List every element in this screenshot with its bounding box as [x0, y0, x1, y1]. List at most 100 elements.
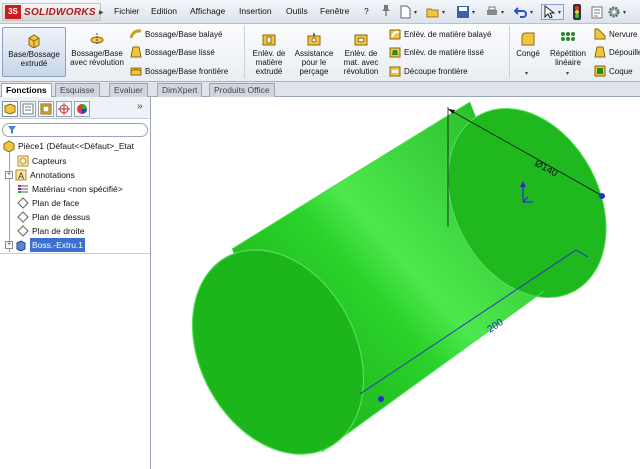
extrude-boss-button[interactable]: Base/Bossage extrudé — [2, 27, 66, 77]
tree-filter-input[interactable] — [2, 123, 148, 137]
tree-item-label: Annotations — [30, 170, 75, 180]
save-button[interactable]: ▾ — [456, 4, 477, 20]
lofted-cut-button[interactable]: Enlèv. de matière lissé — [389, 46, 484, 58]
menu-fichier[interactable]: Fichier — [114, 6, 140, 16]
draft-button[interactable]: Dépouille — [594, 46, 640, 58]
double-chevron-right-icon[interactable]: » — [137, 101, 143, 112]
chevron-down-icon[interactable]: ▾ — [414, 9, 417, 16]
model-canvas[interactable]: Ø140 200 — [152, 97, 640, 469]
feature-manager-panel: » Pièce1 (Défaut<<Défaut>_Etat Capteurs … — [0, 97, 151, 469]
dimension-handle[interactable] — [599, 193, 605, 199]
dimension-handle[interactable] — [378, 396, 384, 402]
rib-icon — [594, 28, 606, 40]
tree-item-plan-droite[interactable]: Plan de droite — [17, 224, 84, 238]
swept-boss-button[interactable]: Bossage/Base balayé — [130, 28, 222, 40]
separator — [509, 26, 510, 78]
menu-affichage[interactable]: Affichage — [190, 6, 225, 16]
boundary-boss-button[interactable]: Bossage/Base frontière — [130, 65, 228, 77]
file-properties-button[interactable] — [590, 4, 604, 20]
tree-item-capteurs[interactable]: Capteurs — [17, 154, 67, 168]
chevron-down-icon[interactable]: ▾ — [558, 9, 561, 16]
chevron-down-icon[interactable]: ▾ — [442, 9, 445, 16]
feature-tree-icon — [4, 103, 16, 115]
expand-icon[interactable]: + — [5, 241, 13, 249]
svg-text:A: A — [18, 171, 24, 181]
display-manager-tab[interactable] — [74, 101, 90, 117]
dimxpert-manager-tab[interactable] — [56, 101, 72, 117]
fillet-label: Congé — [516, 49, 540, 58]
revolve-cut-label: Enlèv. de mat. avec révolution — [343, 49, 379, 76]
separator — [244, 26, 245, 78]
configuration-icon — [40, 103, 52, 115]
draft-label: Dépouille — [609, 47, 640, 57]
property-list-icon — [22, 103, 34, 115]
tree-line — [9, 150, 10, 252]
shell-button[interactable]: Coque — [594, 65, 633, 77]
chevron-down-icon[interactable]: ▾ — [530, 9, 533, 16]
menu-edition[interactable]: Edition — [151, 6, 177, 16]
boundary-cut-button[interactable]: Découpe frontière — [389, 65, 468, 77]
tab-esquisse[interactable]: Esquisse — [55, 83, 100, 97]
rebuild-button[interactable] — [573, 4, 581, 20]
revolve-cut-button[interactable]: Enlèv. de mat. avec révolution — [338, 31, 384, 76]
solidworks-logo[interactable]: 3S SOLIDWORKS — [2, 3, 101, 21]
menu-help[interactable]: ? — [364, 6, 369, 16]
lofted-boss-label: Bossage/Base lissé — [145, 47, 215, 57]
lofted-boss-button[interactable]: Bossage/Base lissé — [130, 46, 215, 58]
select-button[interactable]: ▾ — [541, 4, 565, 20]
property-manager-tab[interactable] — [20, 101, 36, 117]
tree-item-part[interactable]: Pièce1 (Défaut<<Défaut>_Etat — [3, 139, 134, 153]
tab-dimxpert[interactable]: DimXpert — [157, 83, 203, 97]
configuration-manager-tab[interactable] — [38, 101, 54, 117]
chevron-down-icon[interactable]: ▾ — [501, 9, 504, 16]
file-properties-icon — [591, 6, 603, 19]
tab-evaluer[interactable]: Evaluer — [109, 83, 148, 97]
swept-cut-button[interactable]: Enlèv. de matière balayé — [389, 28, 491, 40]
revolve-boss-button[interactable]: Bossage/Base avec révolution — [68, 31, 126, 67]
rib-button[interactable]: Nervure — [594, 28, 637, 40]
menu-fenetre[interactable]: Fenêtre — [320, 6, 349, 16]
tree-item-plan-dessus[interactable]: Plan de dessus — [17, 210, 90, 224]
open-button[interactable]: ▾ — [426, 4, 447, 20]
traffic-light-icon — [573, 4, 581, 20]
cursor-arrow-icon — [544, 5, 556, 19]
graphics-area[interactable]: Ø140 200 — [152, 97, 640, 469]
material-icon — [18, 185, 28, 193]
expand-icon[interactable]: + — [5, 171, 13, 179]
tree-item-plan-face[interactable]: Plan de face — [17, 196, 79, 210]
chevron-down-icon[interactable]: ▾ — [472, 9, 475, 16]
print-button[interactable]: ▾ — [485, 4, 506, 20]
hole-wizard-button[interactable]: Assistance pour le perçage — [292, 31, 336, 76]
menu-outils[interactable]: Outils — [286, 6, 308, 16]
extrude-boss-label: Base/Bossage extrudé — [8, 50, 60, 68]
lofted-cut-icon — [389, 47, 401, 58]
chevron-down-icon[interactable]: ▾ — [566, 70, 569, 77]
pin-icon[interactable] — [381, 4, 391, 18]
undo-button[interactable]: ▾ — [514, 4, 535, 20]
options-button[interactable]: ▾ — [607, 4, 628, 20]
menu-bar: 3S SOLIDWORKS ▶ Fichier Edition Affichag… — [0, 0, 640, 24]
chevron-down-icon[interactable]: ▾ — [525, 70, 528, 77]
chevron-down-icon[interactable]: ▾ — [623, 9, 626, 16]
divider — [0, 253, 150, 254]
linear-pattern-button[interactable]: Répétition linéaire — [546, 31, 590, 67]
fillet-button[interactable]: Congé — [512, 31, 544, 58]
tab-produits-office[interactable]: Produits Office — [209, 83, 275, 97]
annotation-icon: A — [15, 169, 27, 181]
tree-item-annotations[interactable]: + A Annotations — [5, 168, 75, 182]
rib-label: Nervure — [609, 29, 638, 39]
color-pie-icon — [77, 104, 87, 114]
tree-item-boss-extrude[interactable]: + Boss.-Extru.1 — [5, 238, 86, 252]
feature-manager-tab[interactable] — [2, 101, 18, 117]
menu-insertion[interactable]: Insertion — [239, 6, 272, 16]
logo-text: SOLIDWORKS — [24, 6, 96, 18]
extrude-cut-button[interactable]: Enlèv. de matière extrudé — [248, 31, 290, 76]
tree-item-label: Matériau <non spécifié> — [32, 184, 123, 194]
plane-icon — [17, 197, 29, 209]
tab-fonctions[interactable]: Fonctions — [1, 83, 52, 98]
fillet-icon — [521, 32, 535, 46]
new-document-button[interactable]: ▾ — [398, 4, 419, 20]
plane-icon — [17, 211, 29, 223]
tree-item-materiau[interactable]: Matériau <non spécifié> — [17, 182, 123, 196]
chevron-right-icon[interactable]: ▶ — [99, 9, 104, 16]
